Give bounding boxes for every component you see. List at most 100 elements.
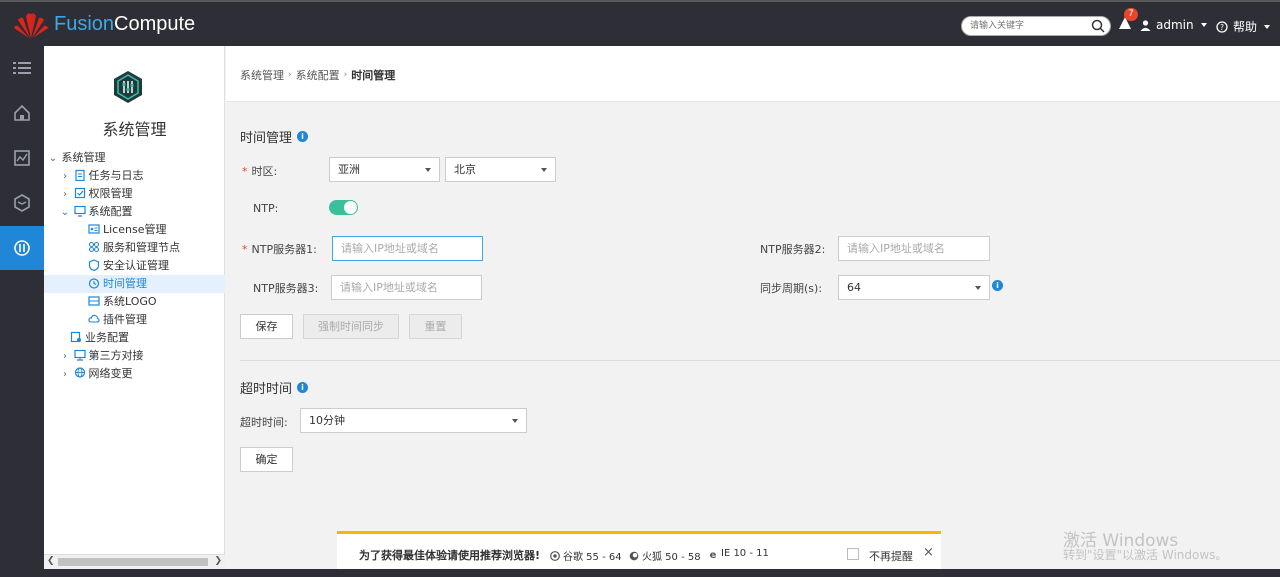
- rail-menu-button[interactable]: [0, 46, 44, 90]
- reset-button[interactable]: 重置: [409, 314, 462, 339]
- chevron-down-icon[interactable]: ⌄: [60, 204, 70, 222]
- tree-node-label: 服务和管理节点: [103, 241, 180, 254]
- confirm-button[interactable]: 确定: [240, 447, 293, 472]
- tree-node-security-auth[interactable]: 安全认证管理: [44, 257, 225, 275]
- save-button[interactable]: 保存: [240, 314, 293, 339]
- timeout-section-title: 超时时间 i: [240, 378, 309, 397]
- scrollbar-thumb[interactable]: [58, 558, 208, 566]
- selected-value: 亚洲: [338, 163, 360, 176]
- browser-chrome-label: 谷歌 55 - 64: [563, 552, 622, 563]
- info-icon[interactable]: i: [297, 382, 309, 393]
- sidebar-horizontal-scrollbar[interactable]: ❮ ❯: [44, 554, 225, 569]
- tree-node-plugins[interactable]: 插件管理: [44, 311, 225, 329]
- tree-node-network-change[interactable]: › 网络变更: [44, 365, 225, 383]
- logo-icon: [88, 296, 100, 306]
- browser-recommendation-banner: 为了获得最佳体验请使用推荐浏览器! 谷歌 55 - 64 火狐 50 - 58 …: [337, 531, 941, 569]
- search-icon[interactable]: [1091, 19, 1105, 33]
- section-divider: [240, 360, 1280, 361]
- search-box[interactable]: [961, 16, 1111, 36]
- business-config-icon: [70, 331, 81, 343]
- toggle-knob: [344, 201, 357, 214]
- navigation-tree: ⌄ 系统管理 › 任务与日志 › 权限管理 ⌄ 系统配置 License管理 服…: [44, 149, 225, 383]
- browser-chrome: 谷歌 55 - 64: [550, 548, 622, 563]
- menu-icon: [13, 62, 31, 74]
- breadcrumb-item-system-management[interactable]: 系统管理: [240, 67, 284, 83]
- rail-monitor-button[interactable]: [0, 136, 44, 180]
- scroll-left-icon[interactable]: ❮: [47, 556, 55, 566]
- tree-node-label: 网络变更: [88, 367, 133, 380]
- tree-node-tasks-logs[interactable]: › 任务与日志: [44, 167, 225, 185]
- tree-node-license[interactable]: License管理: [44, 221, 225, 239]
- browser-ie: e IE 10 - 11: [708, 548, 769, 559]
- force-sync-button[interactable]: 强制时间同步: [303, 314, 399, 339]
- tree-node-permissions[interactable]: › 权限管理: [44, 185, 225, 203]
- left-rail: [0, 46, 44, 577]
- tree-node-business-config[interactable]: 业务配置: [44, 329, 225, 347]
- time-section-title: 时间管理 i: [240, 127, 309, 146]
- browser-ie-label: IE 10 - 11: [721, 548, 769, 559]
- tree-node-third-party[interactable]: › 第三方对接: [44, 347, 225, 365]
- ie-icon: e: [710, 550, 717, 559]
- tree-node-label: 插件管理: [103, 313, 147, 326]
- tree-node-label: 系统LOGO: [103, 295, 157, 308]
- breadcrumb-item-system-config[interactable]: 系统配置: [296, 67, 340, 83]
- browser-firefox: 火狐 50 - 58: [629, 548, 701, 563]
- chevron-right-icon[interactable]: ›: [60, 168, 70, 186]
- chevron-right-icon[interactable]: ›: [60, 366, 70, 384]
- no-remind-label: 不再提醒: [869, 550, 913, 563]
- section-title-text: 时间管理: [240, 131, 293, 146]
- help-menu[interactable]: ? 帮助: [1216, 18, 1271, 35]
- home-icon: [14, 104, 30, 121]
- user-name: admin: [1156, 18, 1194, 32]
- search-input[interactable]: [962, 17, 1082, 35]
- third-party-icon: [73, 349, 86, 361]
- tree-node-system-logo[interactable]: 系统LOGO: [44, 293, 225, 311]
- chevron-down-icon[interactable]: ⌄: [48, 150, 58, 168]
- help-label: 帮助: [1233, 20, 1258, 34]
- ntp-server-3-input[interactable]: 请输入IP地址或域名: [331, 275, 482, 300]
- tree-node-system-config[interactable]: ⌄ 系统配置: [44, 203, 225, 221]
- ntp-server-3-label: NTP服务器3:: [253, 282, 319, 295]
- ntp-server-2-input[interactable]: 请输入IP地址或域名: [838, 236, 990, 261]
- timezone-city-select[interactable]: 北京: [445, 157, 556, 182]
- rail-system-button[interactable]: [0, 226, 44, 270]
- ntp-toggle[interactable]: [329, 200, 358, 215]
- tree-node-label: 系统管理: [61, 151, 106, 164]
- timezone-region-select[interactable]: 亚洲: [329, 157, 440, 182]
- sync-period-select[interactable]: 64: [838, 275, 990, 300]
- chevron-right-icon[interactable]: ›: [60, 186, 70, 204]
- tree-node-system-management[interactable]: ⌄ 系统管理: [44, 149, 225, 167]
- browser-firefox-label: 火狐 50 - 58: [642, 552, 701, 563]
- nodes-icon: [88, 241, 100, 253]
- section-title-text: 超时时间: [240, 382, 293, 397]
- sync-period-label: 同步周期(s):: [760, 282, 823, 295]
- chevron-right-icon[interactable]: ›: [60, 348, 70, 366]
- dropdown-arrow-icon: [512, 419, 518, 423]
- clock-icon: [88, 278, 100, 289]
- checkbox-icon: [74, 187, 85, 199]
- breadcrumb-bar: 系统管理 › 系统配置 › 时间管理: [226, 46, 1280, 102]
- dropdown-arrow-icon: [541, 168, 547, 172]
- info-icon[interactable]: i: [297, 131, 309, 142]
- chevron-down-icon: [1200, 23, 1207, 27]
- shield-icon: [88, 259, 100, 271]
- network-icon: [74, 367, 85, 378]
- tree-node-label: 任务与日志: [88, 169, 144, 182]
- tree-node-service-nodes[interactable]: 服务和管理节点: [44, 239, 225, 257]
- license-icon: [88, 224, 100, 234]
- selected-value: 10分钟: [309, 414, 345, 427]
- ntp-server-1-input[interactable]: 请输入IP地址或域名: [332, 236, 483, 261]
- user-menu[interactable]: admin: [1140, 18, 1207, 32]
- rail-home-button[interactable]: [0, 91, 44, 135]
- tree-node-label: 系统配置: [88, 205, 133, 218]
- clipboard-icon: [74, 169, 85, 181]
- tree-node-time-management[interactable]: 时间管理: [44, 275, 225, 293]
- rail-resource-button[interactable]: [0, 181, 44, 225]
- timeout-select[interactable]: 10分钟: [300, 408, 527, 433]
- close-icon[interactable]: ×: [923, 545, 934, 560]
- required-mark: *: [242, 165, 248, 178]
- info-icon[interactable]: i: [992, 280, 1003, 291]
- scroll-right-icon[interactable]: ❯: [214, 556, 222, 566]
- svg-text:e: e: [710, 550, 717, 559]
- no-remind-checkbox[interactable]: [847, 548, 859, 560]
